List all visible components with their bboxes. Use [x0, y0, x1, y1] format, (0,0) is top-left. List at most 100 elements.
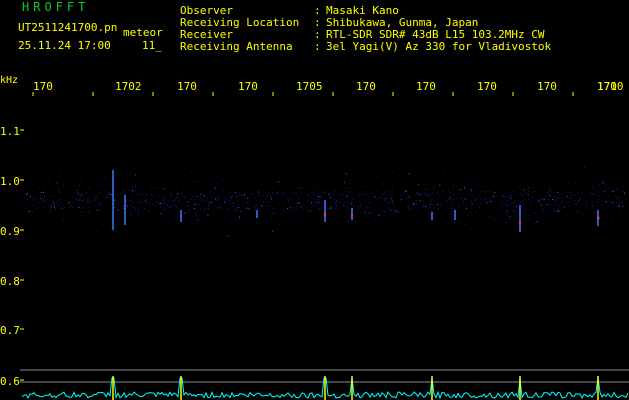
- noise-dot: [235, 208, 237, 210]
- echo-peak: [597, 216, 599, 219]
- noise-dot: [160, 212, 162, 214]
- noise-dot: [615, 196, 617, 197]
- noise-dot: [129, 214, 131, 216]
- noise-dot: [585, 207, 587, 209]
- noise-dot: [36, 207, 38, 209]
- noise-dot: [267, 204, 268, 206]
- noise-dot: [391, 197, 393, 199]
- noise-dot: [486, 203, 488, 205]
- noise-dot: [329, 207, 331, 209]
- noise-dot: [132, 207, 134, 208]
- noise-dot: [140, 200, 142, 202]
- noise-dot: [490, 207, 492, 209]
- noise-dot: [289, 199, 291, 201]
- noise-dot: [621, 201, 623, 203]
- noise-dot: [557, 192, 559, 194]
- echo-peak: [519, 222, 521, 225]
- noise-dot: [28, 211, 30, 212]
- noise-dot: [140, 202, 142, 204]
- noise-dot: [42, 192, 44, 193]
- noise-dot: [594, 192, 595, 194]
- noise-dot: [358, 205, 359, 207]
- noise-dot: [283, 201, 285, 203]
- noise-dot: [288, 200, 289, 202]
- noise-dot: [294, 192, 296, 194]
- noise-dot: [218, 207, 220, 209]
- noise-dot: [272, 192, 274, 194]
- noise-dot: [187, 206, 189, 207]
- noise-dot: [594, 189, 596, 191]
- noise-dot: [468, 213, 470, 215]
- noise-dot: [297, 173, 299, 175]
- noise-dot: [464, 224, 466, 225]
- noise-dot: [159, 203, 161, 204]
- noise-dot: [174, 204, 176, 206]
- noise-dot: [311, 179, 313, 181]
- noise-dot: [556, 196, 558, 198]
- noise-dot: [490, 191, 492, 193]
- noise-dot: [493, 195, 495, 197]
- noise-dot: [116, 204, 118, 205]
- noise-dot: [476, 198, 477, 200]
- noise-dot: [543, 199, 545, 200]
- noise-dot: [344, 191, 346, 193]
- noise-dot: [253, 190, 255, 192]
- noise-dot: [330, 215, 332, 217]
- noise-dot: [247, 202, 249, 204]
- noise-dot: [431, 203, 433, 205]
- noise-dot: [164, 194, 166, 196]
- noise-dot: [104, 179, 106, 181]
- noise-dot: [485, 201, 487, 203]
- spectrogram-plot: [20, 92, 629, 400]
- noise-dot: [234, 191, 236, 193]
- noise-dot: [122, 205, 124, 207]
- noise-dot: [370, 206, 372, 208]
- noise-dot: [78, 207, 80, 209]
- noise-dot: [236, 210, 238, 212]
- noise-dot: [281, 193, 283, 195]
- noise-dot: [296, 193, 298, 195]
- noise-dot: [472, 203, 474, 205]
- noise-dot: [528, 215, 530, 217]
- noise-dot: [90, 199, 92, 201]
- noise-dot: [154, 204, 156, 206]
- noise-dot: [464, 198, 466, 200]
- noise-dot: [95, 199, 97, 200]
- noise-dot: [317, 195, 319, 197]
- noise-dot: [105, 212, 107, 213]
- noise-dot: [192, 196, 194, 197]
- noise-dot: [343, 202, 345, 204]
- noise-dot: [606, 225, 607, 227]
- noise-dot: [440, 205, 442, 207]
- noise-dot: [352, 199, 354, 201]
- noise-dot: [124, 193, 126, 195]
- noise-dot: [208, 201, 210, 203]
- noise-dot: [239, 210, 241, 212]
- noise-dot: [76, 198, 78, 200]
- noise-dot: [200, 194, 202, 196]
- noise-dot: [262, 206, 264, 207]
- noise-dot: [254, 198, 256, 200]
- noise-dot: [571, 194, 573, 196]
- noise-dot: [164, 208, 166, 209]
- noise-dot: [237, 207, 239, 208]
- noise-dot: [390, 210, 391, 212]
- noise-dot: [412, 203, 414, 205]
- noise-dot: [570, 191, 571, 193]
- noise-dot: [193, 181, 195, 183]
- noise-dot: [453, 183, 455, 185]
- noise-dot: [528, 195, 529, 197]
- noise-dot: [194, 203, 196, 205]
- noise-dot: [121, 180, 123, 182]
- noise-dot: [108, 203, 110, 205]
- noise-dot: [345, 173, 347, 175]
- noise-dot: [381, 192, 383, 194]
- noise-dot: [177, 183, 178, 185]
- noise-dot: [80, 181, 82, 183]
- noise-dot: [446, 200, 448, 202]
- noise-dot: [96, 186, 98, 188]
- noise-dot: [384, 199, 386, 201]
- noise-dot: [43, 185, 45, 187]
- noise-dot: [548, 211, 550, 213]
- noise-dot: [229, 203, 231, 204]
